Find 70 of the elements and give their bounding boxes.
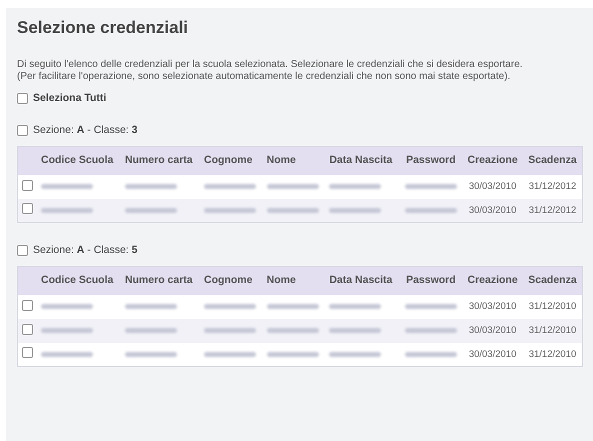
page-title: Selezione credenziali (17, 18, 190, 38)
redacted-text (404, 328, 457, 333)
redacted-text (41, 304, 93, 309)
column-header: Data Nascita (325, 146, 400, 174)
column-header: Nome (262, 266, 326, 294)
redacted-text (204, 304, 256, 309)
intro-text: (Per facilitare l'operazione, sono selezionate automaticamente le credenziali che non sono mai state esportate). (17, 71, 512, 83)
table-cell: 30/03/2010 (468, 325, 516, 336)
checkbox[interactable] (22, 347, 33, 358)
column-header: Cognome (200, 146, 263, 174)
table-cell: 30/03/2010 (468, 181, 516, 192)
checkbox[interactable] (17, 244, 28, 256)
redacted-text (124, 184, 177, 189)
column-header: Password (400, 266, 462, 294)
checkbox[interactable] (22, 180, 33, 190)
redacted-text (124, 328, 177, 333)
column-header: Password (400, 146, 462, 174)
column-header: Codice Scuola (37, 266, 121, 294)
redacted-text (404, 352, 457, 357)
table-cell: 31/12/2010 (528, 325, 576, 336)
checkbox[interactable] (22, 300, 33, 310)
checkbox[interactable] (17, 124, 28, 136)
checkbox[interactable] (17, 92, 28, 104)
redacted-text (266, 184, 319, 189)
redacted-text (404, 208, 457, 213)
redacted-text (124, 304, 177, 309)
table-cell: 30/03/2010 (468, 348, 516, 360)
section-label: Sezione: A - Classe: 5 (33, 244, 138, 256)
table-cell: 30/03/2010 (468, 204, 516, 216)
section-label: Sezione: A - Classe: 3 (33, 124, 138, 136)
redacted-text (41, 184, 93, 189)
checkbox[interactable] (22, 324, 33, 334)
column-header: Creazione (462, 146, 523, 174)
redacted-text (329, 352, 382, 357)
redacted-text (204, 328, 256, 333)
redacted-text (204, 184, 256, 189)
column-header: Scadenza (522, 266, 582, 294)
redacted-text (41, 352, 93, 357)
table-cell: 31/12/2010 (528, 301, 576, 312)
column-header: Codice Scuola (37, 146, 121, 174)
column-header: Data Nascita (325, 266, 400, 294)
column-header: Creazione (462, 266, 523, 294)
redacted-text (204, 352, 256, 357)
redacted-text (329, 184, 382, 189)
select-all-label: Seleziona Tutti (33, 92, 106, 104)
redacted-text (204, 208, 256, 213)
column-header: Numero carta (120, 146, 200, 174)
redacted-text (404, 304, 457, 309)
redacted-text (266, 352, 319, 357)
redacted-text (329, 304, 382, 309)
table-cell: 31/12/2012 (528, 181, 576, 192)
redacted-text (266, 328, 319, 333)
column-header: Numero carta (120, 266, 200, 294)
column-header: Scadenza (522, 146, 582, 174)
intro-text: Di seguito l'elenco delle credenziali per la scuola selezionata. Selezionare le credenziali che si desidera esportare. (17, 59, 524, 71)
redacted-text (124, 352, 177, 357)
table-cell: 31/12/2012 (528, 204, 576, 216)
redacted-text (41, 328, 93, 333)
table-cell: 31/12/2010 (528, 348, 576, 360)
table-cell: 30/03/2010 (468, 301, 516, 312)
checkbox[interactable] (22, 203, 33, 214)
redacted-text (266, 208, 319, 213)
redacted-text (329, 208, 382, 213)
column-header: Cognome (200, 266, 263, 294)
redacted-text (404, 184, 457, 189)
redacted-text (329, 328, 382, 333)
redacted-text (266, 304, 319, 309)
redacted-text (124, 208, 177, 213)
column-header: Nome (262, 146, 326, 174)
redacted-text (41, 208, 93, 213)
